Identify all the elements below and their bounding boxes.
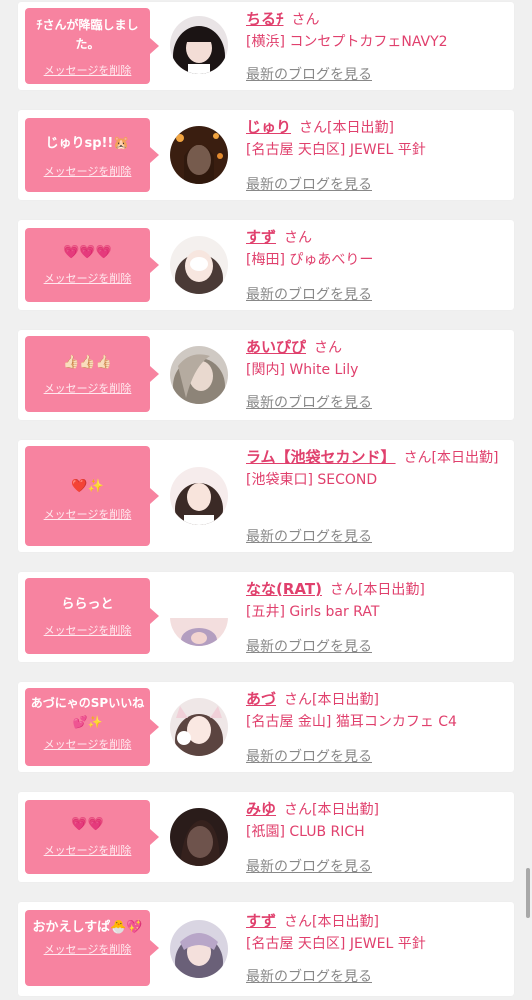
delete-message-link[interactable]: メッセージを削除 <box>25 941 150 957</box>
message-text: 💗💗💗 <box>63 245 112 260</box>
latest-blog-link[interactable]: 最新のブログを見る <box>246 284 372 304</box>
delete-message-link[interactable]: メッセージを削除 <box>25 380 150 396</box>
message-bubble: あづにゃのSPいいね💕✨ メッセージを削除 <box>25 688 159 766</box>
list-item: 💗💗💗 メッセージを削除 すず さん [梅田] ぴゅあべりー 最新のブログを見る <box>18 220 514 310</box>
message-bubble: 👍🏻👍🏻👍🏻 メッセージを削除 <box>25 336 159 412</box>
latest-blog-link[interactable]: 最新のブログを見る <box>246 636 372 656</box>
list-item: ❤️✨ メッセージを削除 ラム【池袋セカンド】 さん[本日出勤] [池袋東口] S… <box>18 440 514 552</box>
user-name-link[interactable]: あいぴぴ <box>246 338 306 356</box>
name-suffix: さん <box>314 340 343 356</box>
delete-message-link[interactable]: メッセージを削除 <box>25 736 150 752</box>
item-info: あいぴぴ さん [関内] White Lily <box>246 336 508 381</box>
name-suffix: さん[本日出勤] <box>299 120 394 136</box>
list-item: あづにゃのSPいいね💕✨ メッセージを削除 あづ さん[本日出勤] [名古屋 金山… <box>18 682 514 772</box>
user-name-link[interactable]: あづ <box>246 690 276 708</box>
name-suffix: さん[本日出勤] <box>284 692 379 708</box>
scrollbar[interactable] <box>526 868 530 918</box>
user-name-link[interactable]: すず <box>246 228 276 246</box>
delete-message-link[interactable]: メッセージを削除 <box>25 842 150 858</box>
message-text: 👍🏻👍🏻👍🏻 <box>63 355 112 370</box>
item-info: ラム【池袋セカンド】 さん[本日出勤] [池袋東口] SECOND <box>246 446 508 491</box>
shop-location: [祇園] CLUB RICH <box>246 824 365 840</box>
message-text: おかえしすぱ🐣💖 <box>32 920 143 935</box>
latest-blog-link[interactable]: 最新のブログを見る <box>246 174 372 194</box>
list-item: おかえしすぱ🐣💖 メッセージを削除 すず さん[本日出勤] [名古屋 天白区] J… <box>18 902 514 996</box>
shop-location: [名古屋 天白区] JEWEL 平針 <box>246 142 426 158</box>
latest-blog-link[interactable]: 最新のブログを見る <box>246 392 372 412</box>
name-suffix: さん[本日出勤] <box>284 802 379 818</box>
message-text: ﾁさんが降臨しました。 <box>36 18 139 51</box>
item-info: あづ さん[本日出勤] [名古屋 金山] 猫耳コンカフェ C4 <box>246 688 508 733</box>
delete-message-link[interactable]: メッセージを削除 <box>25 622 150 638</box>
message-text: じゅりsp!!🐹 <box>45 136 130 151</box>
avatar[interactable] <box>170 698 228 756</box>
item-info: すず さん [梅田] ぴゅあべりー <box>246 226 508 271</box>
name-suffix: さん[本日出勤] <box>284 914 379 930</box>
shop-location: [横浜] コンセプトカフェNAVY2 <box>246 34 448 50</box>
latest-blog-link[interactable]: 最新のブログを見る <box>246 856 372 876</box>
message-bubble: 💗💗 メッセージを削除 <box>25 800 159 874</box>
latest-blog-link[interactable]: 最新のブログを見る <box>246 64 372 84</box>
message-text: 💗💗 <box>71 817 104 832</box>
item-info: すず さん[本日出勤] [名古屋 天白区] JEWEL 平針 <box>246 910 508 955</box>
message-bubble: 💗💗💗 メッセージを削除 <box>25 228 159 302</box>
avatar[interactable] <box>170 467 228 525</box>
delete-message-link[interactable]: メッセージを削除 <box>25 62 150 78</box>
user-name-link[interactable]: みゆ <box>246 800 276 818</box>
user-name-link[interactable]: ちるﾁ <box>246 10 284 28</box>
delete-message-link[interactable]: メッセージを削除 <box>25 163 150 179</box>
avatar[interactable] <box>170 236 228 294</box>
list-item: ﾁさんが降臨しました。 メッセージを削除 ちるﾁ さん [横浜] コンセプトカフェ… <box>18 2 514 90</box>
avatar[interactable] <box>170 346 228 404</box>
list-item: じゅりsp!!🐹 メッセージを削除 じゅり さん[本日出勤] [名古屋 天白区] … <box>18 110 514 200</box>
latest-blog-link[interactable]: 最新のブログを見る <box>246 746 372 766</box>
item-info: ちるﾁ さん [横浜] コンセプトカフェNAVY2 <box>246 8 508 53</box>
message-bubble: じゅりsp!!🐹 メッセージを削除 <box>25 118 159 192</box>
name-suffix: さん[本日出勤] <box>403 450 499 466</box>
avatar[interactable] <box>170 920 228 978</box>
user-name-link[interactable]: ラム【池袋セカンド】 <box>246 448 396 466</box>
name-suffix: さん <box>284 230 313 246</box>
latest-blog-link[interactable]: 最新のブログを見る <box>246 966 372 986</box>
shop-location: [池袋東口] SECOND <box>246 472 378 488</box>
avatar[interactable] <box>170 808 228 866</box>
shop-location: [名古屋 天白区] JEWEL 平針 <box>246 936 426 952</box>
list-item: 👍🏻👍🏻👍🏻 メッセージを削除 あいぴぴ さん [関内] White Lily 最… <box>18 330 514 420</box>
delete-message-link[interactable]: メッセージを削除 <box>25 270 150 286</box>
shop-location: [梅田] ぴゅあべりー <box>246 252 374 268</box>
message-bubble: ﾁさんが降臨しました。 メッセージを削除 <box>25 8 159 84</box>
name-suffix: さん <box>291 12 320 28</box>
list-item: ららっと メッセージを削除 なな(RAT) さん[本日出勤] [五井] Girls… <box>18 572 514 662</box>
message-text: あづにゃのSPいいね💕✨ <box>30 696 145 729</box>
list-item: 💗💗 メッセージを削除 みゆ さん[本日出勤] [祇園] CLUB RICH 最新… <box>18 792 514 882</box>
avatar[interactable] <box>170 16 228 74</box>
message-text: ❤️✨ <box>71 479 104 494</box>
item-info: なな(RAT) さん[本日出勤] [五井] Girls bar RAT <box>246 578 508 623</box>
item-info: じゅり さん[本日出勤] [名古屋 天白区] JEWEL 平針 <box>246 116 508 161</box>
user-name-link[interactable]: なな(RAT) <box>246 580 322 598</box>
user-name-link[interactable]: すず <box>246 912 276 930</box>
avatar[interactable] <box>170 588 228 646</box>
message-bubble: ららっと メッセージを削除 <box>25 578 159 654</box>
user-name-link[interactable]: じゅり <box>246 118 291 136</box>
name-suffix: さん[本日出勤] <box>329 582 425 598</box>
message-bubble: ❤️✨ メッセージを削除 <box>25 446 159 546</box>
shop-location: [関内] White Lily <box>246 362 359 378</box>
item-info: みゆ さん[本日出勤] [祇園] CLUB RICH <box>246 798 508 843</box>
avatar[interactable] <box>170 126 228 184</box>
message-bubble: おかえしすぱ🐣💖 メッセージを削除 <box>25 910 159 986</box>
shop-location: [五井] Girls bar RAT <box>246 604 380 620</box>
message-text: ららっと <box>61 597 114 612</box>
delete-message-link[interactable]: メッセージを削除 <box>25 506 150 522</box>
latest-blog-link[interactable]: 最新のブログを見る <box>246 526 372 546</box>
shop-location: [名古屋 金山] 猫耳コンカフェ C4 <box>246 714 457 730</box>
